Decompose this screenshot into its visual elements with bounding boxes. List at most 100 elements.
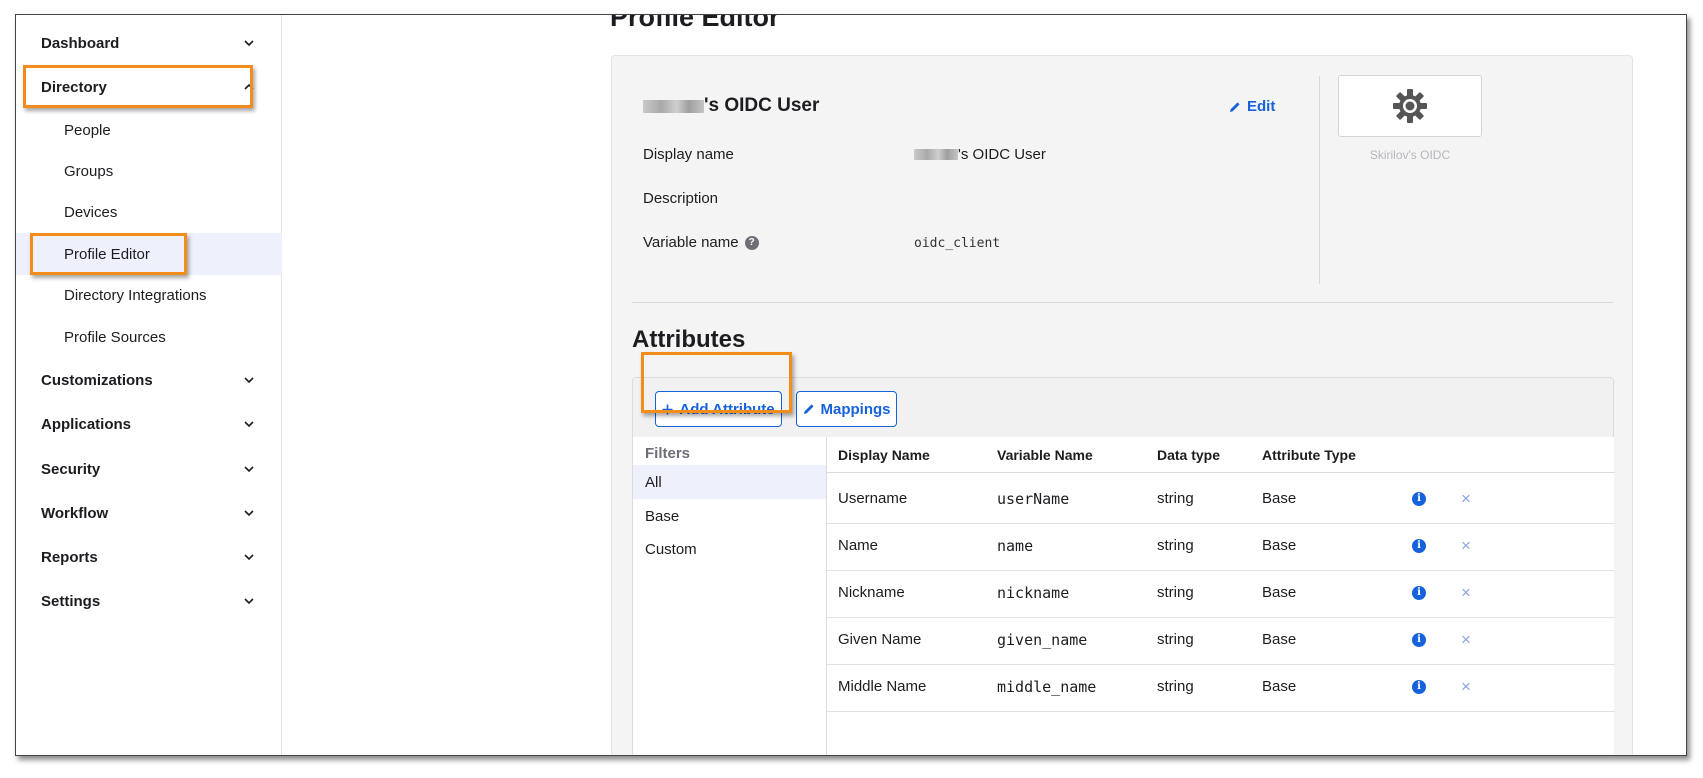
info-icon[interactable]: i — [1412, 679, 1426, 694]
display-name-label-text: Display name — [643, 146, 734, 163]
add-attribute-label: Add Attribute — [679, 400, 775, 418]
mappings-label: Mappings — [820, 400, 891, 418]
cell-attribute-type: Base — [1262, 631, 1297, 648]
plus-icon — [662, 404, 673, 414]
sidebar-item-people[interactable]: People — [16, 109, 282, 151]
horizontal-divider — [632, 302, 1614, 303]
cell-display-name: Username — [838, 490, 908, 507]
sidebar-item-groups[interactable]: Groups — [16, 150, 282, 192]
add-attribute-button[interactable]: Add Attribute — [655, 391, 782, 427]
filters-panel: Filters All Base Custom — [633, 437, 826, 755]
cell-data-type: string — [1157, 631, 1194, 648]
pencil-icon — [1230, 101, 1240, 112]
mappings-button[interactable]: Mappings — [796, 391, 897, 427]
filter-label: Base — [645, 507, 680, 525]
sidebar-item-label: Dashboard — [41, 34, 120, 52]
close-icon[interactable]: × — [1461, 583, 1471, 603]
edit-button[interactable]: Edit — [1229, 98, 1275, 115]
edit-label: Edit — [1247, 98, 1276, 115]
chevron-down-icon — [244, 377, 254, 384]
sidebar-item-label: Groups — [64, 162, 114, 180]
close-icon[interactable]: × — [1461, 630, 1471, 650]
column-header-display-name[interactable]: Display Name — [838, 447, 930, 463]
sidebar-item-directory[interactable]: Directory — [16, 65, 282, 109]
chevron-down-icon — [244, 421, 254, 428]
sidebar-item-directory-integrations[interactable]: Directory Integrations — [16, 274, 282, 316]
cell-display-name: Given Name — [838, 631, 922, 648]
column-header-variable-name[interactable]: Variable Name — [997, 447, 1093, 463]
sidebar-item-profile-editor[interactable]: Profile Editor — [16, 233, 282, 275]
cell-data-type: string — [1157, 678, 1194, 695]
filters-heading: Filters — [645, 445, 691, 462]
sidebar-item-label: Reports — [41, 548, 98, 566]
info-icon[interactable]: i — [1412, 632, 1426, 647]
sidebar-item-label: Profile Editor — [64, 245, 150, 263]
page-title: Profile Editor — [610, 14, 780, 32]
chevron-down-icon — [244, 40, 254, 47]
filter-label: All — [645, 473, 662, 491]
cell-display-name: Middle Name — [838, 678, 927, 695]
cell-attribute-type: Base — [1262, 537, 1297, 554]
sidebar-item-label: Directory — [41, 78, 107, 96]
attributes-title: Attributes — [632, 326, 746, 353]
close-icon[interactable]: × — [1461, 536, 1471, 556]
sidebar-item-label: Customizations — [41, 371, 153, 389]
description-label-text: Description — [643, 190, 719, 207]
info-icon[interactable]: i — [1412, 585, 1426, 600]
table-row: Middle Name middle_name string Base i × — [827, 661, 1615, 712]
filter-all[interactable]: All — [633, 465, 826, 499]
info-icon[interactable]: i — [1412, 538, 1426, 553]
cell-variable-name: given_name — [997, 630, 1088, 649]
cell-variable-name: middle_name — [997, 677, 1097, 696]
pencil-icon — [803, 404, 814, 414]
filter-custom[interactable]: Custom — [633, 532, 826, 566]
column-header-attribute-type[interactable]: Attribute Type — [1262, 447, 1356, 463]
cell-variable-name: name — [997, 536, 1034, 555]
cell-attribute-type: Base — [1262, 490, 1297, 507]
cell-data-type: string — [1157, 584, 1194, 601]
chevron-down-icon — [244, 466, 254, 473]
profile-name-text: 's OIDC User — [704, 95, 820, 116]
filter-base[interactable]: Base — [633, 499, 826, 533]
app-logo — [1338, 75, 1482, 137]
sidebar-item-reports[interactable]: Reports — [16, 535, 282, 579]
logo-caption: Skirilov's OIDC — [1369, 148, 1451, 162]
description-label: Description — [643, 190, 718, 207]
redacted-text — [914, 149, 958, 160]
sidebar-item-label: Directory Integrations — [64, 286, 207, 304]
column-header-data-type[interactable]: Data type — [1157, 447, 1220, 463]
profile-panel: 's OIDC User Edit Display name 's OIDC U… — [611, 55, 1633, 755]
sidebar-item-applications[interactable]: Applications — [16, 402, 282, 446]
variable-name-label-text: Variable name — [643, 234, 739, 251]
attributes-table: Display Name Variable Name Data type Att… — [826, 437, 1615, 755]
help-icon[interactable]: ? — [744, 235, 759, 250]
variable-name-value: oidc_client — [914, 236, 1001, 251]
profile-name: 's OIDC User — [643, 95, 819, 117]
cell-variable-name: nickname — [997, 583, 1070, 602]
chevron-down-icon — [244, 510, 254, 517]
sidebar-item-customizations[interactable]: Customizations — [16, 358, 282, 402]
cell-attribute-type: Base — [1262, 678, 1297, 695]
app-window: Dashboard Directory People Groups Device… — [15, 14, 1687, 756]
sidebar-item-devices[interactable]: Devices — [16, 191, 282, 233]
cell-attribute-type: Base — [1262, 584, 1297, 601]
close-icon[interactable]: × — [1461, 677, 1471, 697]
info-icon[interactable]: i — [1412, 491, 1426, 506]
sidebar-item-dashboard[interactable]: Dashboard — [16, 21, 282, 65]
cell-display-name: Nickname — [838, 584, 905, 601]
close-icon[interactable]: × — [1461, 489, 1471, 509]
chevron-down-icon — [244, 598, 254, 605]
sidebar-item-workflow[interactable]: Workflow — [16, 491, 282, 535]
sidebar-item-label: People — [64, 121, 111, 139]
sidebar-item-label: Devices — [64, 203, 118, 221]
sidebar-item-label: Settings — [41, 592, 101, 610]
sidebar-item-settings[interactable]: Settings — [16, 579, 282, 623]
sidebar: Dashboard Directory People Groups Device… — [16, 15, 282, 755]
sidebar-item-security[interactable]: Security — [16, 447, 282, 491]
sidebar-item-profile-sources[interactable]: Profile Sources — [16, 316, 282, 358]
filter-label: Custom — [645, 540, 697, 558]
table-row: Name name string Base i × — [827, 520, 1615, 571]
display-name-text: 's OIDC User — [958, 146, 1046, 163]
chevron-down-icon — [244, 554, 254, 561]
variable-name-label: Variable name ? — [643, 234, 759, 251]
